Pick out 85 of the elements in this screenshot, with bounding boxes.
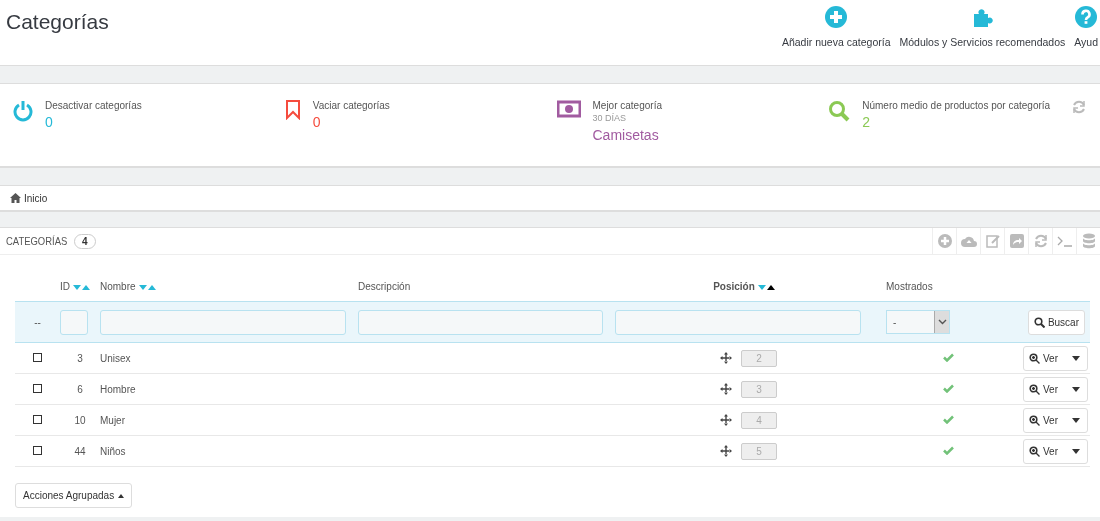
name-cell: Mujer: [100, 414, 125, 426]
edit-icon[interactable]: [985, 234, 1000, 248]
column-header: Posición: [713, 280, 755, 292]
row-checkbox[interactable]: [33, 352, 42, 362]
row-checkbox[interactable]: [33, 445, 42, 455]
caret-icon: [1072, 448, 1080, 454]
drag-handle-icon[interactable]: [720, 445, 732, 457]
database-icon[interactable]: [1082, 233, 1095, 249]
banknote-icon: [556, 100, 581, 118]
page-title: Categorías: [6, 10, 109, 35]
search-icon: [1033, 316, 1045, 328]
description-filter-field[interactable]: [358, 309, 603, 335]
kpi-label: Número medio de productos por categoría: [862, 100, 1051, 111]
toolbar-button[interactable]: Módulos y Servicios recomendados: [899, 6, 1066, 65]
chevron-down-icon: [937, 319, 947, 325]
search-icon: [828, 100, 851, 122]
bulk-actions-button[interactable]: Acciones Agrupadas: [15, 483, 133, 508]
check-icon[interactable]: [942, 383, 954, 393]
sort-desc-icon[interactable]: [73, 284, 81, 290]
zoom-in-icon: [1029, 445, 1040, 457]
position-badge: 4: [741, 411, 777, 429]
name-cell: Unisex: [100, 352, 131, 364]
check-icon[interactable]: [942, 352, 954, 362]
kpi-label: Desactivar categorías: [45, 100, 142, 111]
id-cell: 6: [77, 383, 83, 395]
column-header: Nombre: [100, 280, 136, 292]
column-header: Mostrados: [886, 280, 933, 292]
toolbar-button[interactable]: Añadir nueva categoría: [781, 6, 891, 65]
kpi-value: 0: [45, 114, 54, 130]
drag-handle-icon[interactable]: [720, 352, 732, 364]
position-badge: 3: [741, 380, 777, 398]
id-cell: 3: [77, 352, 83, 364]
refresh-icon[interactable]: [1072, 100, 1086, 114]
shown-filter-select[interactable]: -: [886, 310, 950, 334]
kpi-label: Vaciar categorías: [312, 100, 390, 111]
id-cell: 44: [74, 445, 86, 457]
view-button[interactable]: Ver: [1023, 376, 1088, 402]
reset-filter: --: [34, 317, 41, 328]
share-icon[interactable]: [1009, 234, 1024, 248]
add-icon: [825, 6, 848, 28]
kpi-value: 0: [312, 114, 322, 130]
drag-handle-icon[interactable]: [720, 383, 732, 395]
check-icon[interactable]: [942, 445, 954, 455]
caret-up-icon: [118, 493, 125, 498]
bookmark-icon: [284, 100, 301, 120]
sort-asc-icon[interactable]: [766, 284, 775, 290]
row-checkbox[interactable]: [33, 383, 42, 393]
home-icon: [10, 193, 21, 203]
name-filter-field[interactable]: [100, 309, 346, 335]
name-cell: Niños: [100, 445, 126, 457]
id-filter-field[interactable]: [60, 309, 88, 335]
position-badge: 2: [741, 349, 777, 367]
zoom-in-icon: [1029, 383, 1040, 395]
position-badge: 5: [741, 442, 777, 460]
zoom-in-icon: [1029, 414, 1040, 426]
add-icon[interactable]: [937, 234, 952, 248]
refresh-icon[interactable]: [1033, 234, 1048, 248]
kpi-value: 2: [862, 114, 872, 130]
name-cell: Hombre: [100, 383, 136, 395]
power-icon: [13, 100, 33, 122]
caret-icon: [1072, 386, 1080, 392]
puzzle-icon: [971, 6, 994, 28]
kpi-label: Mejor categoría: [592, 100, 662, 111]
breadcrumb-link[interactable]: Inicio: [10, 192, 48, 204]
terminal-icon[interactable]: [1056, 235, 1073, 247]
sort-desc-icon[interactable]: [138, 284, 147, 290]
view-button[interactable]: Ver: [1023, 438, 1088, 464]
caret-icon: [1072, 417, 1080, 423]
view-button[interactable]: Ver: [1023, 345, 1088, 371]
kpi-period: 30 DÍAS: [592, 113, 628, 123]
zoom-in-icon: [1029, 352, 1040, 364]
toolbar-button[interactable]: Ayud: [1074, 6, 1098, 65]
cloud-upload-icon[interactable]: [960, 235, 977, 247]
position-filter-field[interactable]: [615, 309, 861, 335]
kpi-value: Camisetas: [592, 127, 660, 143]
column-header: Descripción: [358, 280, 411, 292]
column-header: ID: [60, 280, 70, 292]
view-button[interactable]: Ver: [1023, 407, 1088, 433]
id-cell: 10: [74, 414, 86, 426]
caret-icon: [1072, 355, 1080, 361]
panel-title: CATEGORÍAS: [6, 235, 68, 247]
drag-handle-icon[interactable]: [720, 414, 732, 426]
check-icon[interactable]: [942, 414, 954, 424]
search-button[interactable]: Buscar: [1027, 309, 1085, 335]
row-checkbox[interactable]: [33, 414, 42, 424]
